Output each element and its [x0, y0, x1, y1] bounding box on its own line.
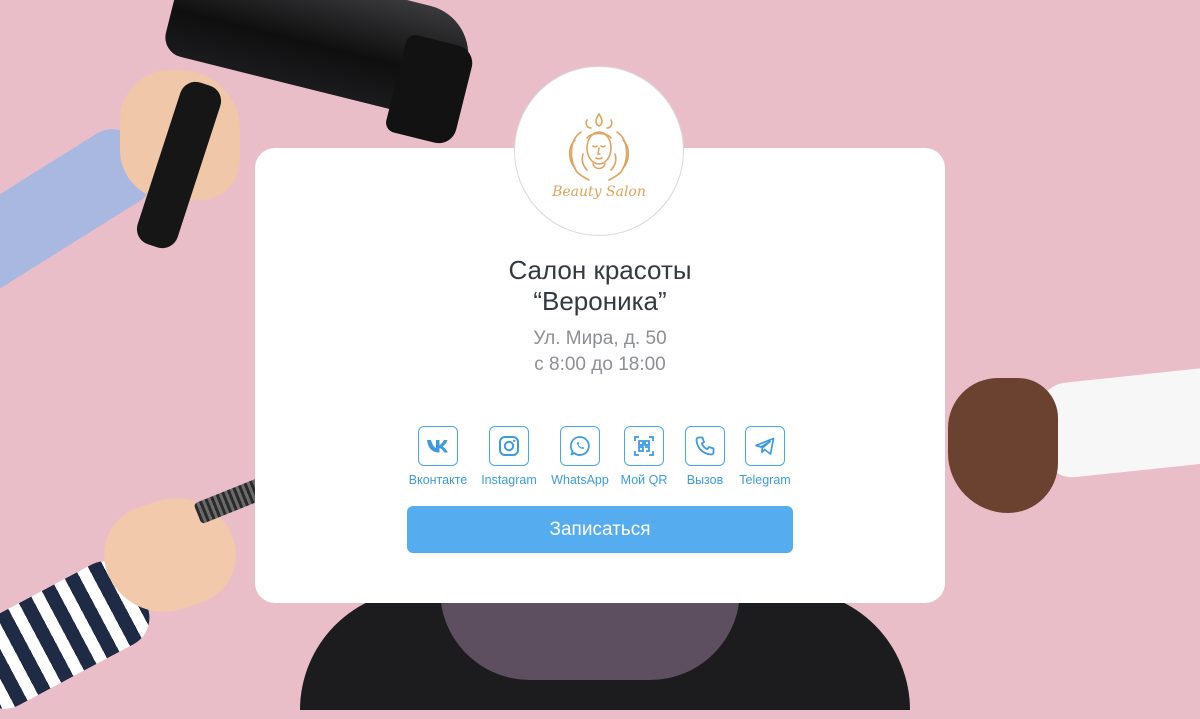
social-label: Вконтакте: [408, 473, 468, 487]
qr-code-icon[interactable]: [624, 426, 664, 466]
phone-icon[interactable]: [685, 426, 725, 466]
client-hair-photo: [440, 590, 740, 680]
social-label: Вызов: [686, 473, 724, 487]
social-label: WhatsApp: [551, 473, 609, 487]
social-whatsapp[interactable]: WhatsApp: [549, 426, 611, 487]
social-label: Telegram: [739, 473, 791, 487]
social-vk[interactable]: Вконтакте: [406, 426, 470, 487]
whatsapp-icon[interactable]: [560, 426, 600, 466]
social-instagram[interactable]: Instagram: [479, 426, 539, 487]
salon-hours: с 8:00 до 18:00: [534, 354, 666, 375]
telegram-icon[interactable]: [745, 426, 785, 466]
salon-logo: Beauty Salon: [514, 66, 684, 236]
salon-address: Ул. Мира, д. 50: [533, 328, 667, 349]
social-label: Мой QR: [620, 473, 668, 487]
social-telegram[interactable]: Telegram: [737, 426, 793, 487]
social-label: Instagram: [481, 473, 537, 487]
salon-title-line1: Салон красоты: [508, 255, 692, 285]
vk-icon[interactable]: [418, 426, 458, 466]
social-links: Вконтакте Instagram WhatsApp Мой QR Вызо…: [0, 426, 1200, 496]
instagram-icon[interactable]: [489, 426, 529, 466]
salon-info: Ул. Мира, д. 50 с 8:00 до 18:00: [255, 326, 945, 378]
logo-text: Beauty Salon: [552, 184, 646, 200]
salon-title: Салон красоты “Вероника”: [255, 255, 945, 317]
woman-face-logo-icon: [568, 112, 630, 181]
social-qr[interactable]: Мой QR: [620, 426, 668, 487]
social-call[interactable]: Вызов: [684, 426, 726, 487]
book-appointment-button[interactable]: Записаться: [407, 506, 793, 553]
salon-title-line2: “Вероника”: [533, 286, 667, 316]
